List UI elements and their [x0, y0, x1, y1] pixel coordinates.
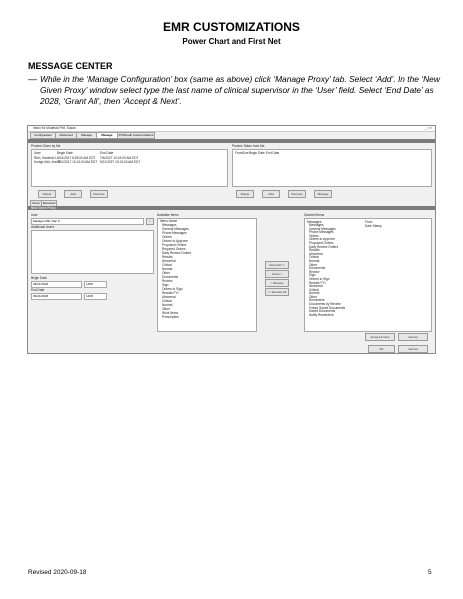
section-heading: MESSAGE CENTER: [28, 61, 113, 71]
table-cell: 9/21/2017 10:13:00 AM EDT: [57, 160, 98, 164]
dialog-footer: OK Cancel: [27, 343, 436, 354]
proxies-taken-table: From Give Begin Date End Date: [232, 149, 432, 187]
tab-manage-proxy[interactable]: Manage Proxy: [96, 132, 118, 142]
granted-items-label: Granted Items: [304, 213, 325, 217]
remove-taken-button[interactable]: Remove: [288, 190, 306, 198]
proxies-given-table: User Begin Date End Date Rich, Modesto L…: [31, 149, 228, 187]
tab-pv-result-customizations[interactable]: PV/Result Customizations: [117, 132, 155, 139]
search-icon[interactable]: ⌕: [146, 218, 154, 225]
revoke-button[interactable]: < Revoke: [265, 279, 289, 287]
list-item[interactable]: Prescription: [158, 315, 256, 319]
col-user: User: [34, 151, 41, 155]
col-begin-date: Begin Date: [57, 151, 73, 155]
section-bar-top: [28, 139, 435, 143]
instruction-dash: —: [28, 74, 37, 84]
window-controls-icon[interactable]: _ □ ×: [425, 126, 432, 130]
delete-taken-button[interactable]: Delete: [236, 190, 254, 198]
proxies-taken-label: Proxies Taken from Me: [232, 144, 265, 148]
available-items-label: Available Items: [157, 213, 179, 217]
user-label: User: [31, 213, 38, 217]
window-title: Inbox for Modesto Pelt, Susan: [33, 126, 76, 130]
table-cell: 9/21/2027 10:13:00 AM EDT: [100, 160, 141, 164]
end-date-label: End Date: [31, 288, 45, 292]
emr-screenshot: Inbox for Modesto Pelt, Susan _ □ × Conf…: [27, 125, 436, 344]
user-field[interactable]: Madigan MD, Dan K: [31, 218, 144, 225]
grant-all-button[interactable]: Grant All >>: [265, 261, 289, 269]
available-items-list: Messages General Messages Phone Messages Or…: [158, 223, 256, 319]
ok-button[interactable]: OK: [368, 345, 395, 353]
new-proxy-label: New Given Proxy: [31, 206, 56, 210]
end-time-field[interactable]: 1408: [84, 293, 107, 300]
revised-date: Revised 2020-09-18: [28, 569, 87, 576]
proxies-given-label: Proxies Given by Me: [31, 144, 61, 148]
page-title: EMR CUSTOMIZATIONS: [163, 20, 300, 34]
col-date-stamp: Date Stamp: [365, 224, 382, 228]
instruction-text: While in the ‘Manage Configuration’ box …: [40, 74, 440, 106]
tab-configuration[interactable]: Configuration: [30, 132, 56, 139]
add-taken-button[interactable]: Add: [262, 190, 280, 198]
available-items-tree[interactable]: Items Name Messages General Messages Phone…: [157, 218, 257, 332]
add-button[interactable]: Add: [64, 190, 82, 198]
additional-users-label: Additional Users: [31, 225, 55, 229]
begin-date-field[interactable]: 09/21/2018: [31, 281, 82, 288]
tab-advanced-pools[interactable]: Advanced Pools: [55, 132, 77, 142]
tab-manage-pools[interactable]: Manage Pools: [76, 132, 97, 142]
end-date-field[interactable]: 09/21/2028: [31, 293, 82, 300]
list-item[interactable]: Notify Reminders: [309, 313, 345, 318]
page-number: 5: [428, 569, 432, 576]
delete-button[interactable]: Delete: [38, 190, 56, 198]
col-end-date: End Date: [266, 151, 280, 155]
granted-items-entries: Messages General Messages Phone Messages Or…: [309, 223, 345, 318]
footer-cancel-button[interactable]: Cancel: [398, 345, 428, 353]
col-end-date: End Date: [100, 151, 114, 155]
col-begin-date: Begin Date: [249, 151, 265, 155]
revoke-all-button[interactable]: << Revoke All: [265, 288, 289, 296]
additional-users-list[interactable]: [31, 230, 154, 274]
grant-button[interactable]: Grant >: [265, 270, 289, 278]
col-give: Give: [242, 151, 249, 155]
granted-items-list[interactable]: Messages From Date Stamp Messages General…: [304, 218, 432, 332]
cancel-button[interactable]: Cancel: [398, 333, 428, 341]
accept-next-button[interactable]: Accept & Next: [365, 333, 395, 341]
begin-time-field[interactable]: 1408: [84, 281, 107, 288]
section-bar-new-proxy: New Given Proxy: [28, 206, 435, 210]
manage-button[interactable]: Manage: [314, 190, 332, 198]
begin-date-label: Begin Date: [31, 276, 47, 280]
remove-button[interactable]: Remove: [90, 190, 108, 198]
page-subtitle: Power Chart and First Net: [182, 37, 281, 46]
